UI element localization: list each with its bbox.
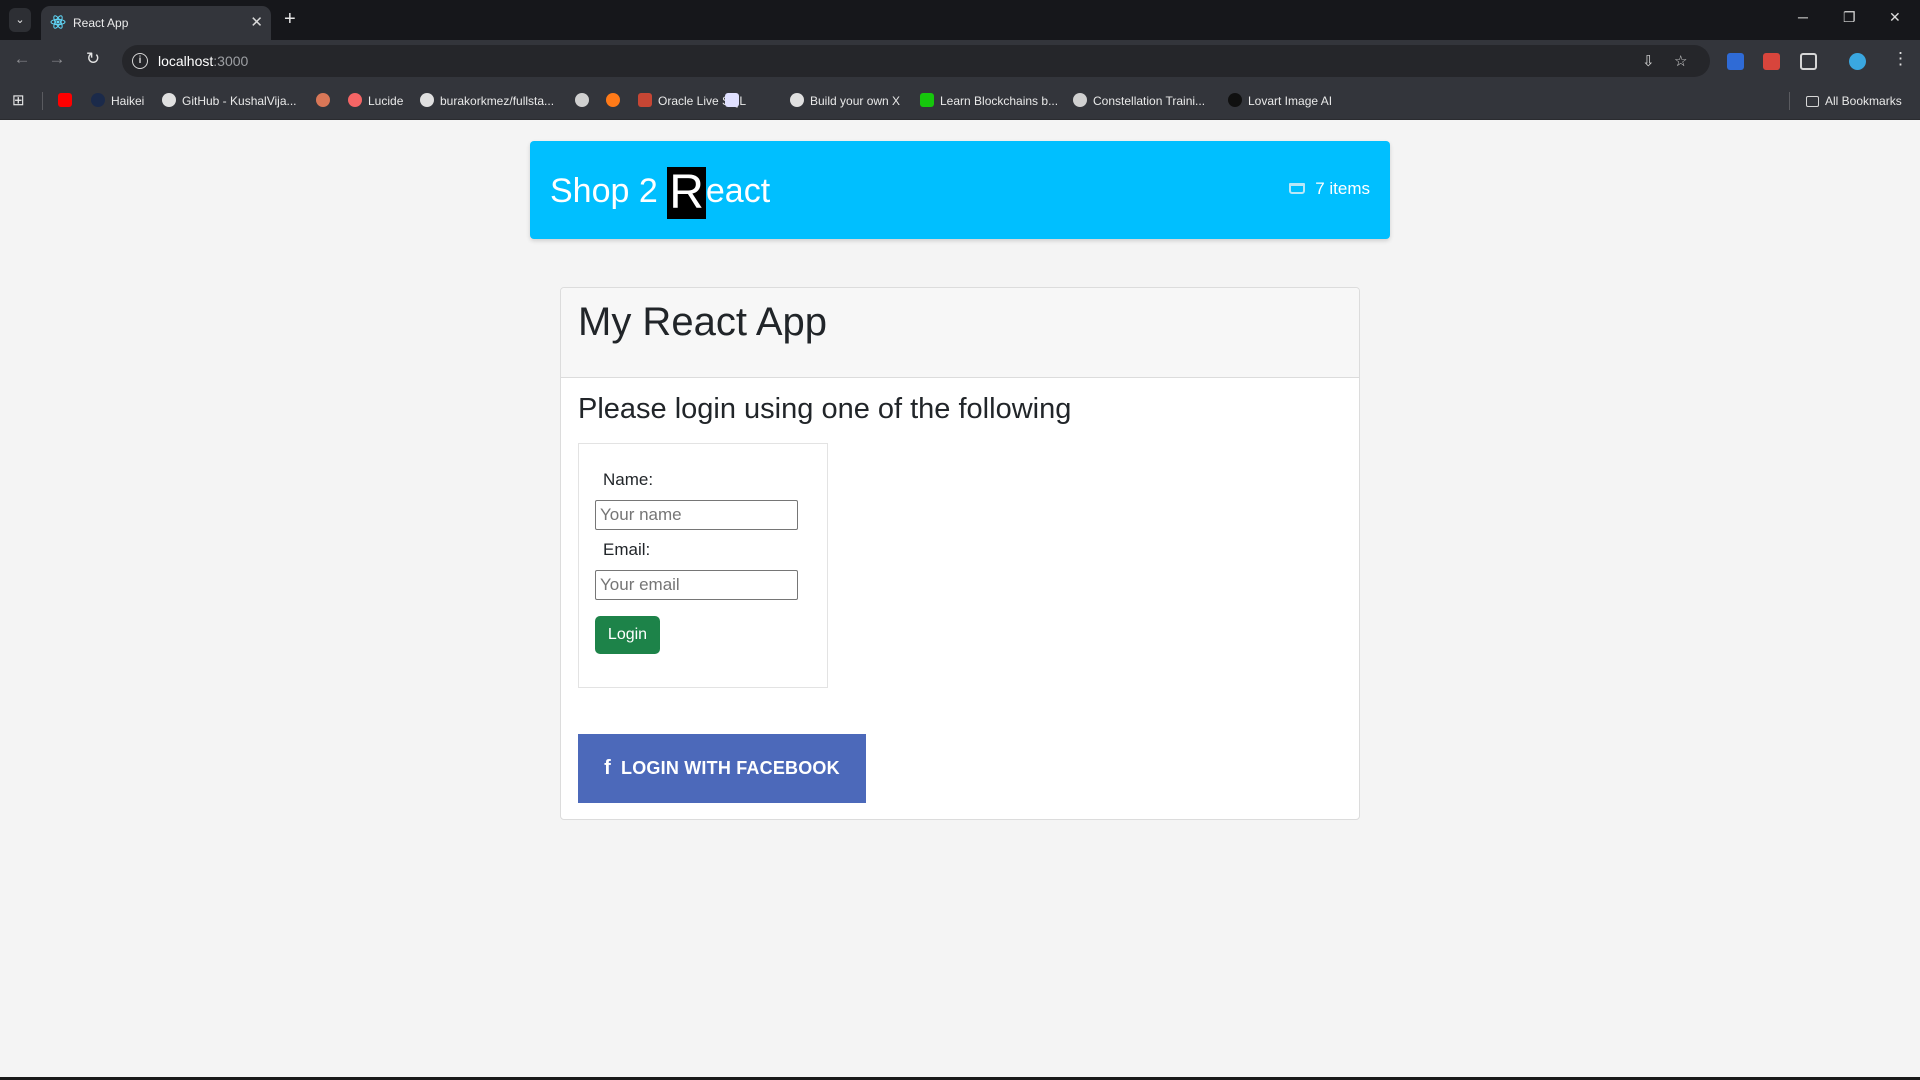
github-icon — [162, 93, 176, 107]
bookmark-item[interactable] — [575, 93, 595, 109]
url-text[interactable]: localhost:3000 — [158, 53, 248, 69]
translate-extension-icon[interactable] — [1727, 53, 1744, 70]
bookmark-label: Lovart Image AI — [1248, 94, 1333, 108]
browser-menu-icon[interactable]: ⋮ — [1892, 49, 1909, 69]
bookmark-item[interactable]: Build your own X — [790, 93, 900, 109]
tab-close-icon[interactable]: ✕ — [250, 13, 263, 31]
cart-icon — [1289, 183, 1306, 194]
openai-icon — [575, 93, 589, 107]
blockchain-icon — [920, 93, 934, 107]
new-tab-button[interactable]: + — [284, 8, 296, 30]
address-bar[interactable]: i localhost:3000 ⇩ ☆ — [122, 45, 1710, 77]
login-button[interactable]: Login — [595, 616, 660, 654]
name-input[interactable] — [595, 500, 798, 530]
bookmark-label: Haikei — [111, 94, 145, 108]
all-bookmarks-button[interactable]: All Bookmarks — [1806, 93, 1902, 109]
brand-r-highlight: R — [667, 166, 706, 219]
bookmark-item[interactable] — [58, 93, 78, 109]
bookmark-item[interactable] — [725, 93, 745, 109]
youtube-icon — [58, 93, 72, 107]
url-host: localhost — [158, 53, 214, 69]
restore-button[interactable]: ❐ — [1843, 9, 1856, 26]
bookmark-item[interactable]: Lucide — [348, 93, 403, 109]
facebook-login-button[interactable]: f LOGIN WITH FACEBOOK — [578, 734, 866, 803]
bookmark-label: GitHub - KushalVija... — [182, 94, 297, 108]
bookmark-item[interactable]: Learn Blockchains b... — [920, 93, 1058, 109]
install-app-icon[interactable]: ⇩ — [1642, 52, 1655, 70]
brand-logo[interactable]: Shop 2 React — [550, 167, 770, 219]
login-instructions: Please login using one of the following — [578, 393, 1072, 425]
login-form: Name: Email: Login — [578, 443, 828, 688]
email-input[interactable] — [595, 570, 798, 600]
url-port: :3000 — [213, 53, 249, 69]
bookmark-label: Learn Blockchains b... — [940, 94, 1059, 108]
bookmark-label: Build your own X — [810, 94, 901, 108]
oracle-icon — [638, 93, 652, 107]
name-label: Name: — [603, 470, 654, 489]
extensions-puzzle-icon[interactable] — [1800, 53, 1817, 70]
h-icon — [606, 93, 620, 107]
facebook-icon: f — [604, 757, 612, 779]
react-icon — [50, 15, 66, 29]
cart-count: 7 items — [1315, 179, 1370, 198]
lucide-icon — [348, 93, 362, 107]
folder-icon — [1806, 96, 1819, 107]
all-bookmarks-label: All Bookmarks — [1825, 94, 1902, 108]
email-label: Email: — [603, 540, 651, 559]
apps-grid-icon[interactable]: ⊞ — [12, 93, 25, 109]
brand-suffix: eact — [705, 172, 771, 210]
close-window-button[interactable]: ✕ — [1889, 9, 1901, 26]
bookmark-item[interactable]: Haikei — [91, 93, 144, 109]
profile-avatar[interactable] — [1849, 53, 1866, 70]
site-info-icon[interactable]: i — [132, 53, 148, 69]
login-card: My React App Please login using one of t… — [560, 287, 1360, 820]
asterisk-icon — [316, 93, 330, 107]
bookmark-item[interactable]: GitHub - KushalVija... — [162, 93, 297, 109]
bookmarks-divider — [42, 92, 43, 110]
page-title: My React App — [578, 300, 828, 344]
tab-search-button[interactable]: ⌄ — [9, 8, 31, 32]
tab-react-app[interactable]: React App ✕ — [41, 6, 271, 40]
bookmark-item[interactable] — [316, 93, 336, 109]
cart-link[interactable]: 7 items — [1289, 179, 1370, 199]
globe-icon — [1073, 93, 1087, 107]
bookmarks-bar: ⊞ Haikei GitHub - KushalVija... Lucide bura… — [0, 82, 1920, 120]
bookmark-item[interactable]: Constellation Traini... — [1073, 93, 1205, 109]
bookmark-label: Lucide — [368, 94, 404, 108]
tab-strip: ⌄ React App ✕ + ─ ❐ ✕ — [0, 0, 1920, 40]
lovart-icon — [1228, 93, 1242, 107]
bookmarks-divider — [1789, 92, 1790, 110]
brand-prefix: Shop 2 — [550, 172, 668, 210]
github-icon — [420, 93, 434, 107]
shop-header: Shop 2 React 7 items — [530, 141, 1390, 239]
bookmark-item[interactable]: burakorkmez/fullsta... — [420, 93, 554, 109]
bookmark-label: burakorkmez/fullsta... — [440, 94, 555, 108]
facebook-login-label: LOGIN WITH FACEBOOK — [621, 758, 840, 778]
haikei-icon — [91, 93, 105, 107]
forward-button[interactable]: → — [46, 49, 68, 69]
bookmark-item[interactable] — [606, 93, 626, 109]
reload-button[interactable]: ↻ — [82, 49, 104, 69]
devtools-extension-icon[interactable] — [1763, 53, 1780, 70]
browser-toolbar: ← → ↻ i localhost:3000 ⇩ ☆ ⋮ — [0, 40, 1920, 82]
bookmark-label: Constellation Traini... — [1093, 94, 1206, 108]
card-header: My React App — [561, 288, 1359, 378]
back-button[interactable]: ← — [11, 49, 33, 69]
bookmark-star-icon[interactable]: ☆ — [1674, 52, 1687, 70]
bookmark-item[interactable]: Lovart Image AI — [1228, 93, 1332, 109]
tab-title: React App — [73, 16, 129, 30]
x-logo-icon — [725, 93, 739, 107]
minimize-button[interactable]: ─ — [1798, 9, 1808, 25]
github-icon — [790, 93, 804, 107]
